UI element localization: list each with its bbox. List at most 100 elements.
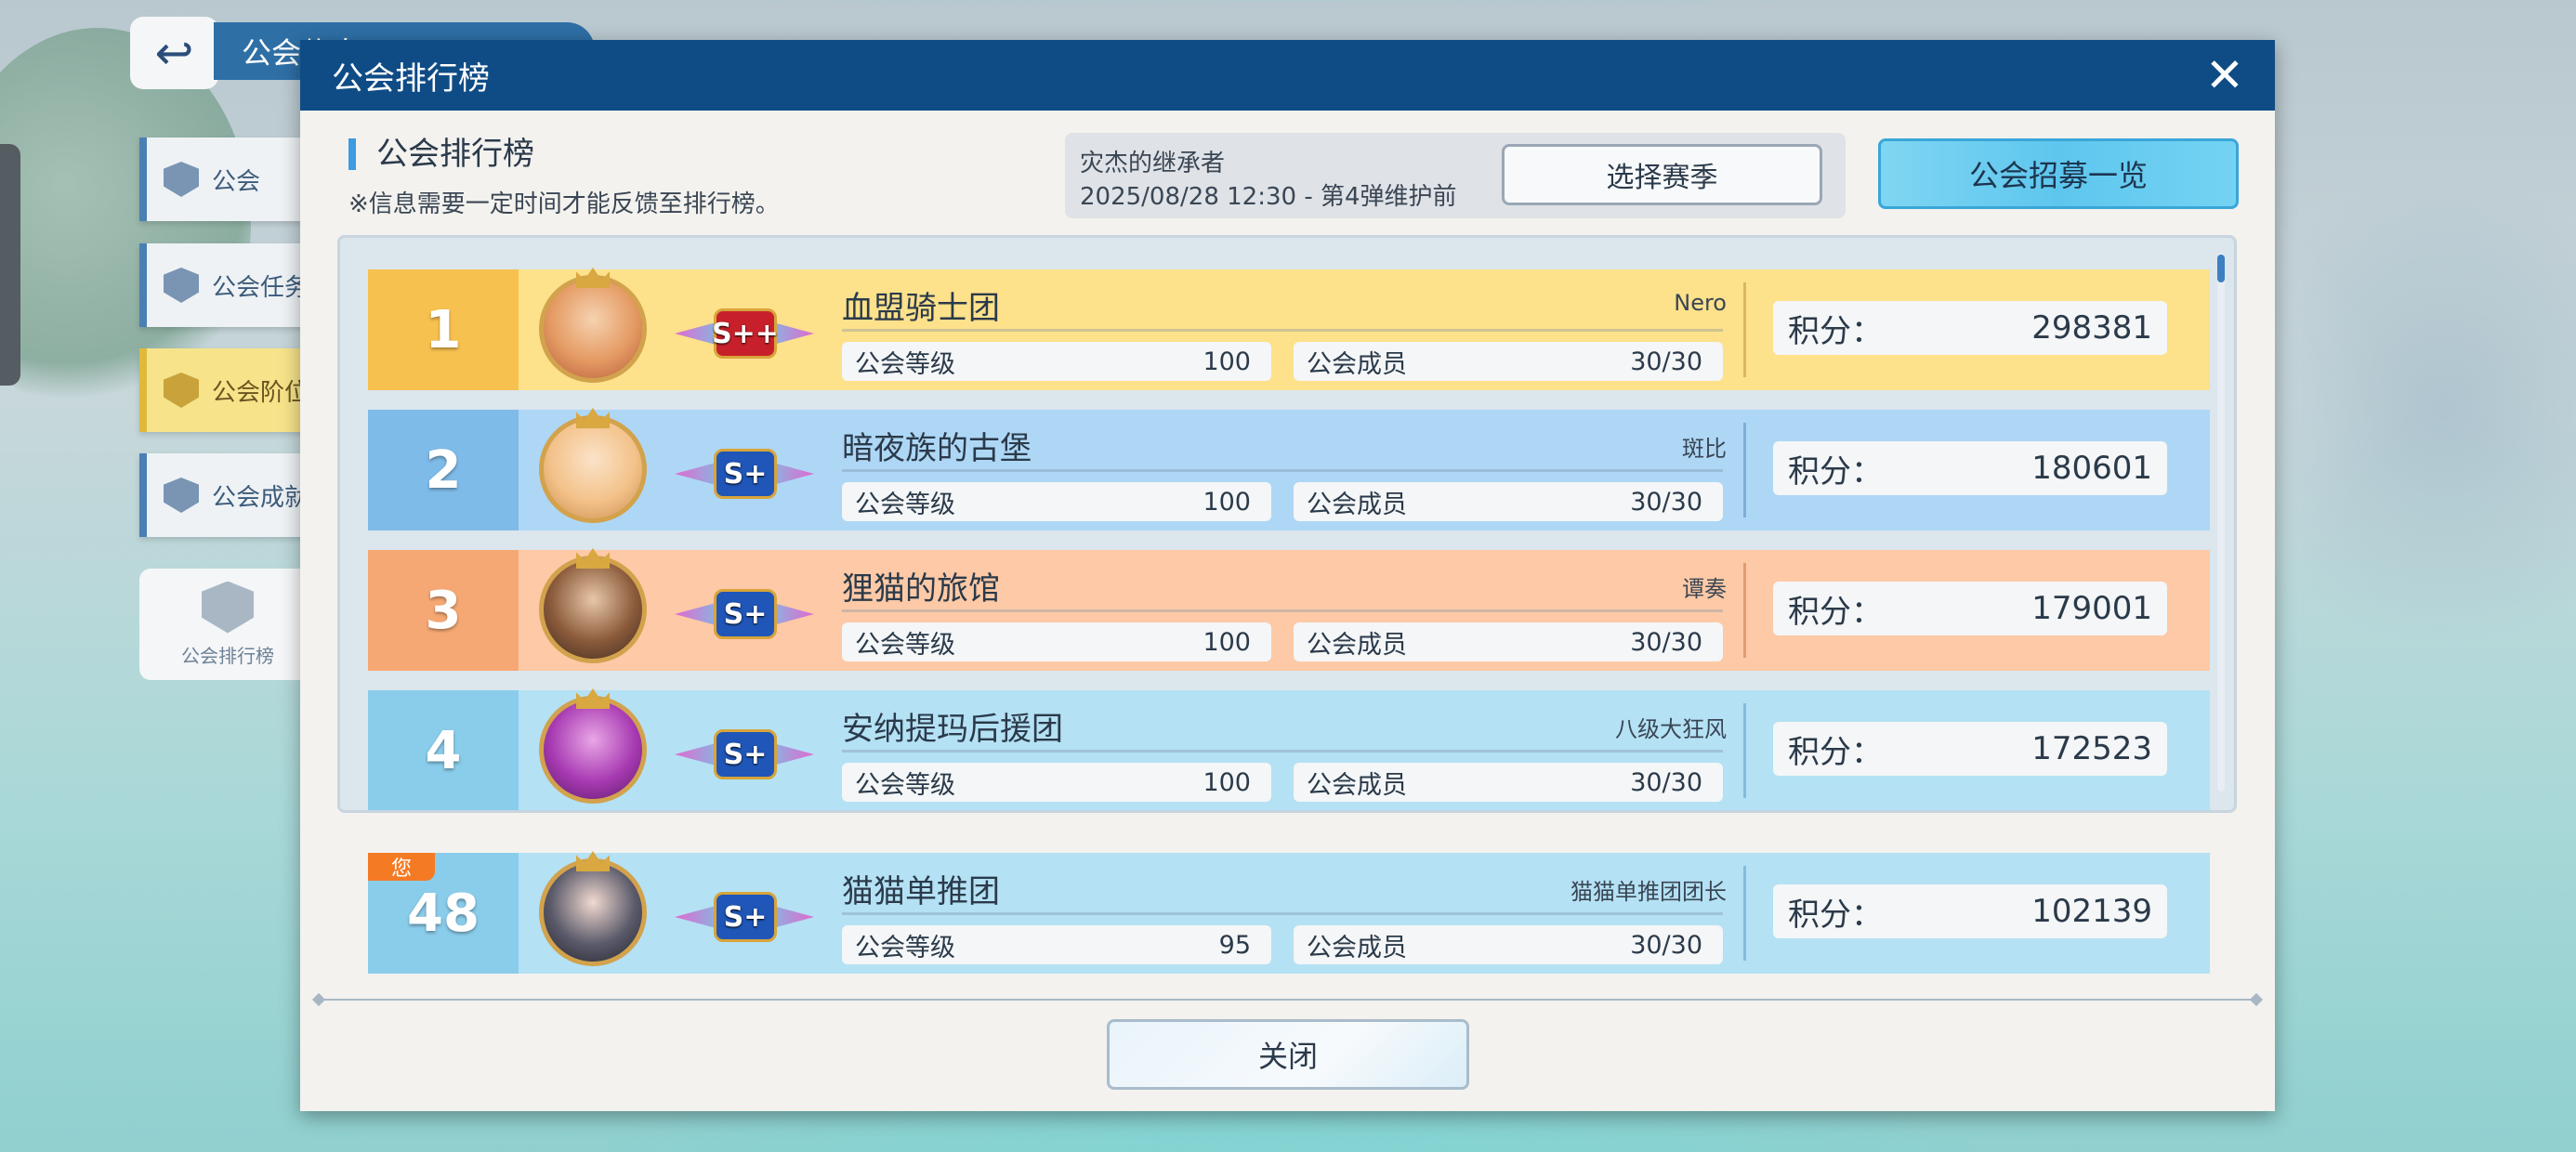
divider	[1743, 703, 1746, 798]
score-label: 积分：	[1788, 452, 1883, 491]
divider	[842, 469, 1723, 472]
guild-leader: 八级大狂风	[1615, 716, 1727, 742]
sidebar-ranking-card[interactable]: 公会排行榜	[139, 569, 316, 680]
season-name: 灾杰的继承者	[1080, 150, 1226, 177]
guild-members-field: 公会成员 30/30	[1294, 622, 1723, 661]
score-label: 积分：	[1788, 733, 1883, 771]
score-label: 积分：	[1788, 312, 1883, 350]
rank-badge: S+	[675, 447, 814, 501]
divider	[319, 999, 2256, 1001]
guild-level-field: 公会等级 100	[842, 482, 1271, 521]
score-value: 172523	[2031, 730, 2152, 767]
guild-shield-icon	[164, 162, 199, 197]
sidebar-item-guild-rank[interactable]: 公会阶位	[139, 348, 316, 432]
crown-icon	[576, 851, 610, 871]
score-label: 积分：	[1788, 593, 1883, 631]
scrollbar-thumb[interactable]	[2217, 255, 2225, 282]
guild-name: 暗夜族的古堡	[842, 430, 1032, 467]
crown-icon	[576, 688, 610, 709]
guild-level-value: 100	[1203, 767, 1251, 797]
star-badge-icon	[164, 373, 199, 408]
score-value: 179001	[2031, 590, 2152, 627]
crown-icon	[576, 548, 610, 569]
guild-members-value: 30/30	[1630, 487, 1702, 517]
score-field: 积分： 102139	[1773, 884, 2167, 938]
ranking-list[interactable]: 1 S++ 血盟骑士团 Nero 公会等级 100 公会成员 30/30 积分：	[337, 235, 2237, 813]
rank-badge: S+	[675, 727, 814, 781]
guild-members-value: 30/30	[1630, 347, 1702, 376]
score-field: 积分： 298381	[1773, 301, 2167, 355]
divider	[1743, 282, 1746, 377]
score-field: 积分： 172523	[1773, 722, 2167, 776]
guild-level-value: 100	[1203, 487, 1251, 517]
guild-level-label: 公会等级	[855, 770, 955, 800]
badge-label: S+	[714, 892, 777, 942]
guild-members-field: 公会成员 30/30	[1294, 482, 1723, 521]
rank-badge: S+	[675, 587, 814, 641]
close-button[interactable]: 关闭	[1107, 1019, 1469, 1090]
score-value: 298381	[2031, 309, 2152, 347]
back-button[interactable]: ↩	[130, 17, 218, 89]
sidebar-item-label: 公会任务	[212, 273, 309, 302]
score-value: 180601	[2031, 450, 2152, 487]
left-edge-handle	[0, 144, 20, 386]
season-date: 2025/08/28 12:30 - 第4弹维护前	[1080, 183, 1457, 211]
ranking-row[interactable]: 1 S++ 血盟骑士团 Nero 公会等级 100 公会成员 30/30 积分：	[368, 268, 2210, 390]
rank-number: 2	[368, 410, 519, 530]
sidebar-item-label: 公会	[212, 167, 261, 196]
guild-level-field: 公会等级 95	[842, 925, 1271, 964]
guild-level-field: 公会等级 100	[842, 763, 1271, 802]
rank-badge: S++	[675, 307, 814, 360]
rank-badge: S+	[675, 890, 814, 944]
divider	[842, 750, 1723, 753]
guild-level-value: 100	[1203, 627, 1251, 657]
laurel-shield-icon	[202, 581, 254, 634]
badge-label: S++	[712, 308, 779, 359]
score-field: 积分： 180601	[1773, 441, 2167, 495]
divider	[842, 609, 1723, 612]
divider	[842, 912, 1723, 915]
guild-level-value: 95	[1218, 930, 1251, 960]
season-info: 灾杰的继承者 2025/08/28 12:30 - 第4弹维护前 选择赛季	[1065, 133, 1846, 218]
info-note: ※信息需要一定时间才能反馈至排行榜。	[348, 190, 780, 218]
close-icon[interactable]: ✕	[2201, 51, 2249, 99]
scrollbar-track[interactable]	[2217, 253, 2225, 792]
guild-level-label: 公会等级	[855, 490, 955, 519]
score-label: 积分：	[1788, 896, 1883, 934]
select-season-button[interactable]: 选择赛季	[1502, 144, 1822, 205]
guild-name: 狸猫的旅馆	[842, 570, 1000, 608]
guild-members-value: 30/30	[1630, 930, 1702, 960]
crown-icon	[576, 408, 610, 428]
section-title: 公会排行榜	[348, 138, 534, 170]
guild-leader: 猫猫单推团团长	[1571, 879, 1727, 905]
rank-number: 4	[368, 690, 519, 810]
sidebar-item-guild-achievements[interactable]: 公会成就	[139, 453, 316, 537]
guild-level-label: 公会等级	[855, 933, 955, 962]
sidebar-item-label: 公会成就	[212, 483, 309, 512]
avatar	[539, 275, 647, 383]
rank-number: 3	[368, 550, 519, 671]
score-field: 积分： 179001	[1773, 582, 2167, 635]
guild-level-label: 公会等级	[855, 349, 955, 379]
avatar	[539, 556, 647, 663]
sidebar-item-guild[interactable]: 公会	[139, 137, 316, 221]
guild-members-label: 公会成员	[1307, 933, 1407, 962]
sidebar-item-guild-tasks[interactable]: 公会任务	[139, 243, 316, 327]
divider	[842, 329, 1723, 332]
ranking-row[interactable]: 4 S+ 安纳提玛后援团 八级大狂风 公会等级 100 公会成员 30/30 积…	[368, 688, 2210, 810]
ranking-row[interactable]: 2 S+ 暗夜族的古堡 斑比 公会等级 100 公会成员 30/30 积分： 1…	[368, 408, 2210, 530]
rank-number: 1	[368, 269, 519, 390]
guild-level-label: 公会等级	[855, 630, 955, 660]
guild-level-field: 公会等级 100	[842, 622, 1271, 661]
ranking-row[interactable]: 3 S+ 狸猫的旅馆 谭奏 公会等级 100 公会成员 30/30 积分： 17…	[368, 548, 2210, 671]
guild-leader: 斑比	[1682, 436, 1727, 462]
score-value: 102139	[2031, 893, 2152, 930]
my-guild-row[interactable]: 48 您 S+ 猫猫单推团 猫猫单推团团长 公会等级 95 公会成员 30/30…	[368, 851, 2210, 974]
divider	[1743, 423, 1746, 517]
you-tag: 您	[368, 853, 435, 881]
guild-name: 猫猫单推团	[842, 873, 1000, 910]
guild-recruit-list-button[interactable]: 公会招募一览	[1878, 138, 2239, 209]
guild-members-value: 30/30	[1630, 767, 1702, 797]
crown-icon	[576, 268, 610, 288]
guild-members-field: 公会成员 30/30	[1294, 763, 1723, 802]
